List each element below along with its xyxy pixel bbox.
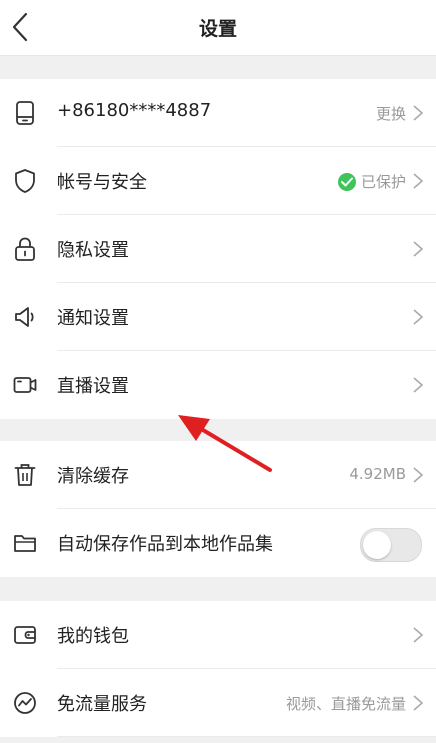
protected-status: 已保护: [337, 171, 406, 192]
phone-number-label: +86180****4887: [57, 100, 212, 121]
account-settings-group: +86180****4887 更换 帐号与安全 已保护 隐私设置 通知设置 直播…: [0, 79, 436, 419]
check-circle-icon: [337, 172, 356, 191]
cache-size: 4.92MB: [349, 465, 406, 483]
chevron-right-icon: [412, 240, 424, 258]
auto-save-toggle[interactable]: [360, 528, 422, 562]
page-title: 设置: [198, 18, 237, 40]
notification-settings-label: 通知设置: [57, 308, 129, 329]
phone-number-row[interactable]: +86180****4887 更换: [0, 79, 436, 147]
account-security-label: 帐号与安全: [57, 172, 147, 193]
wallet-label: 我的钱包: [57, 626, 129, 647]
storage-settings-group: 清除缓存 4.92MB 自动保存作品到本地作品集: [0, 441, 436, 577]
privacy-settings-label: 隐私设置: [57, 240, 129, 261]
toggle-knob: [363, 531, 391, 559]
privacy-settings-row[interactable]: 隐私设置: [0, 215, 436, 283]
live-settings-label: 直播设置: [57, 376, 129, 397]
data-free-service-row[interactable]: 免流量服务 视频、直播免流量: [0, 669, 436, 737]
auto-save-label: 自动保存作品到本地作品集: [57, 534, 273, 555]
auto-save-row: 自动保存作品到本地作品集: [0, 509, 436, 577]
live-settings-row[interactable]: 直播设置: [0, 351, 436, 419]
folder-icon: [12, 530, 38, 556]
megaphone-icon: [12, 304, 38, 330]
chevron-right-icon: [412, 694, 424, 712]
chevron-right-icon: [412, 376, 424, 394]
wallet-row[interactable]: 我的钱包: [0, 601, 436, 669]
nav-bar: 设置: [0, 0, 436, 56]
clear-cache-label: 清除缓存: [57, 466, 129, 487]
wallet-icon: [12, 622, 38, 648]
shield-icon: [12, 168, 38, 194]
notification-settings-row[interactable]: 通知设置: [0, 283, 436, 351]
account-security-row[interactable]: 帐号与安全 已保护: [0, 147, 436, 215]
video-camera-icon: [12, 372, 38, 398]
chevron-right-icon: [412, 466, 424, 484]
row-divider: [57, 736, 436, 737]
lock-icon: [12, 236, 38, 262]
change-phone-link[interactable]: 更换: [376, 103, 406, 124]
data-free-service-label: 免流量服务: [57, 694, 147, 715]
trend-circle-icon: [12, 690, 38, 716]
chevron-right-icon: [412, 308, 424, 326]
chevron-right-icon: [412, 626, 424, 644]
phone-icon: [12, 100, 38, 126]
chevron-right-icon: [412, 172, 424, 190]
service-settings-group: 我的钱包 免流量服务 视频、直播免流量: [0, 601, 436, 737]
settings-screen: 设置 +86180****4887 更换 帐号与安全 已保护 隐私设置 通知设置…: [0, 0, 436, 743]
clear-cache-row[interactable]: 清除缓存 4.92MB: [0, 441, 436, 509]
data-free-service-value: 视频、直播免流量: [285, 695, 406, 713]
trash-icon: [12, 462, 38, 488]
chevron-right-icon: [412, 104, 424, 122]
protected-status-text: 已保护: [360, 173, 406, 191]
